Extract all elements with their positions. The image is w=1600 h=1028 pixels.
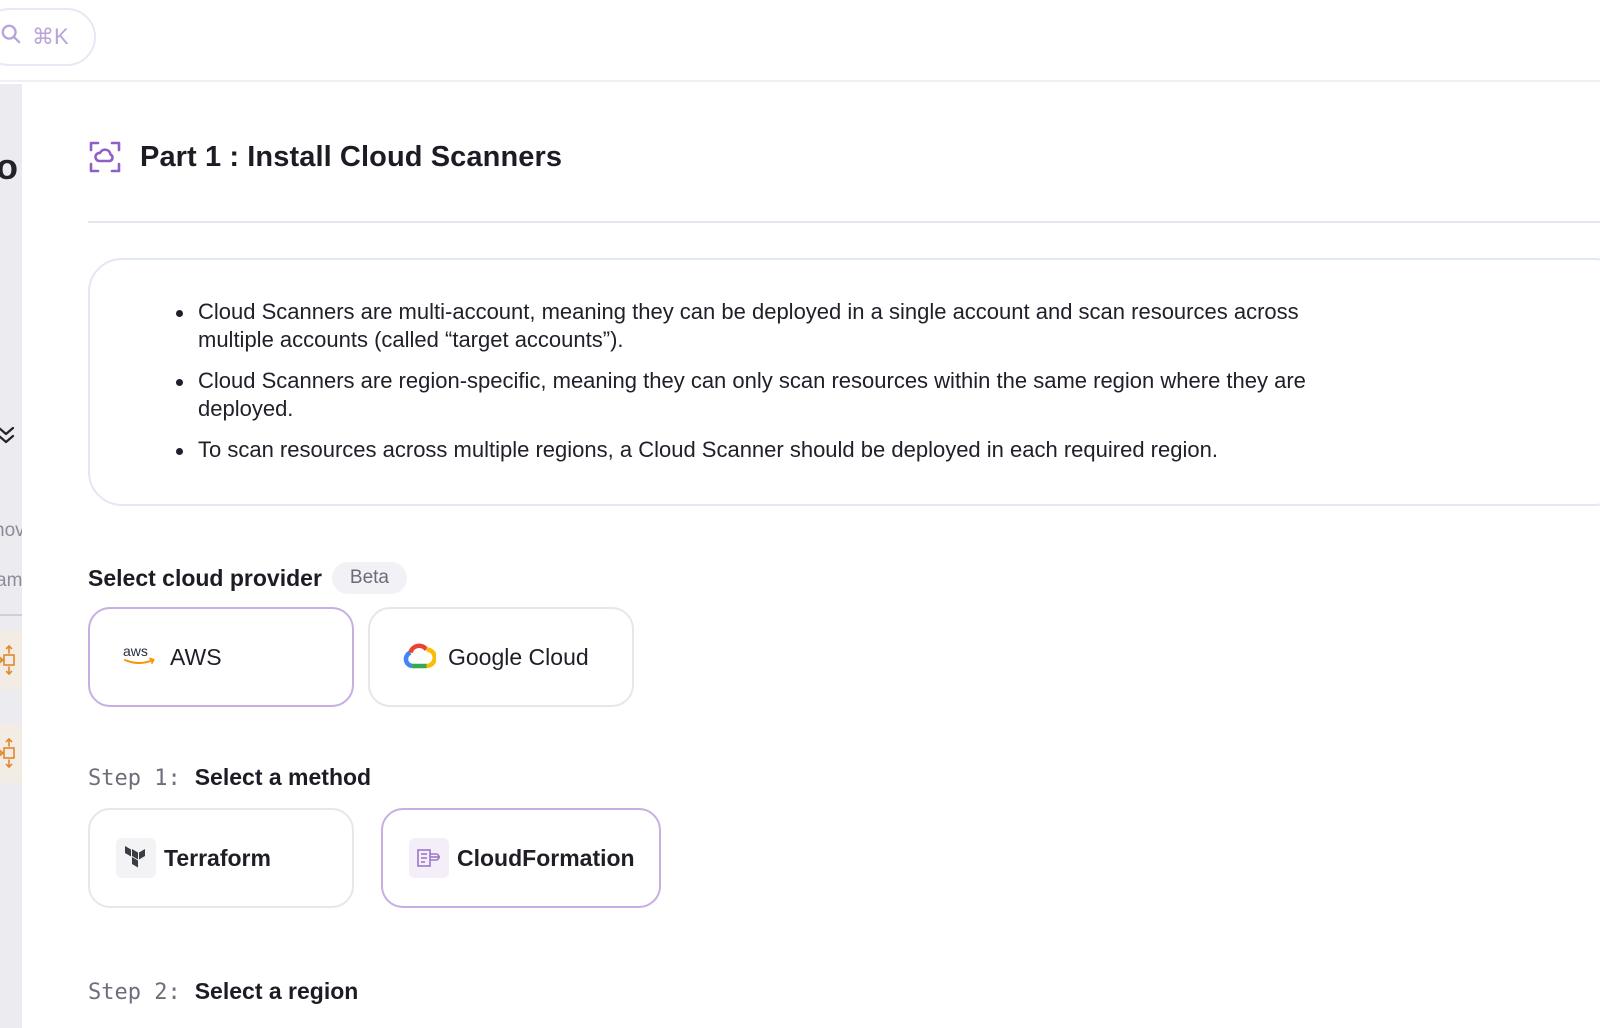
node-move-icon — [0, 644, 15, 676]
collapse-chevron-icon[interactable] — [0, 424, 16, 446]
provider-option-label: Google Cloud — [448, 643, 589, 670]
cloud-scan-icon — [88, 140, 122, 174]
method-option-terraform[interactable]: Terraform — [88, 808, 354, 908]
info-list: Cloud Scanners are multi-account, meanin… — [176, 298, 1326, 477]
search-shortcut: ⌘K — [32, 24, 69, 49]
method-option-label: Terraform — [164, 844, 271, 871]
provider-label: Select cloud provider — [88, 564, 322, 591]
top-bar: ⌘K — [0, 0, 1600, 82]
sidebar-title-fragment: o — [0, 146, 18, 187]
info-bullet: To scan resources across multiple region… — [176, 436, 1326, 464]
step-number: Step 1: — [88, 766, 181, 791]
google-cloud-logo-icon — [402, 641, 437, 674]
info-bullet: Cloud Scanners are region-specific, mean… — [176, 367, 1326, 423]
step-1-heading: Step 1: Select a method — [88, 764, 371, 791]
step-title: Select a method — [194, 764, 372, 790]
search-icon — [0, 23, 22, 51]
cloudformation-icon — [409, 838, 449, 878]
provider-section-label: Select cloud provider Beta — [88, 562, 407, 594]
header-divider — [88, 221, 1600, 223]
method-option-cloudformation[interactable]: CloudFormation — [381, 808, 661, 908]
method-option-label: CloudFormation — [457, 844, 635, 871]
sidebar-divider — [0, 614, 22, 616]
sidebar-node-item[interactable] — [0, 723, 22, 783]
aws-logo-icon: aws — [122, 643, 158, 672]
provider-option-label: AWS — [170, 643, 222, 670]
provider-option-aws[interactable]: aws AWS — [88, 607, 354, 707]
svg-text:aws: aws — [123, 643, 148, 659]
step-number: Step 2: — [88, 980, 181, 1005]
part-header: Part 1 : Install Cloud Scanners — [88, 140, 562, 174]
sidebar-text-fragment: nov — [0, 520, 22, 541]
info-bullet: Cloud Scanners are multi-account, meanin… — [176, 298, 1326, 354]
search-button[interactable]: ⌘K — [0, 8, 96, 66]
sidebar: o nov am — [0, 84, 22, 1028]
node-move-icon — [0, 737, 15, 769]
sidebar-node-item[interactable] — [0, 630, 22, 690]
page-title: Part 1 : Install Cloud Scanners — [140, 140, 563, 173]
sidebar-text-fragment: am — [0, 570, 22, 591]
step-2-heading: Step 2: Select a region — [88, 978, 358, 1005]
main-content: Part 1 : Install Cloud Scanners Cloud Sc… — [22, 84, 1600, 1028]
provider-option-google-cloud[interactable]: Google Cloud — [368, 607, 634, 707]
info-panel: Cloud Scanners are multi-account, meanin… — [88, 258, 1600, 506]
step-title: Select a region — [194, 978, 359, 1004]
beta-badge: Beta — [331, 562, 407, 594]
terraform-icon — [116, 838, 156, 878]
